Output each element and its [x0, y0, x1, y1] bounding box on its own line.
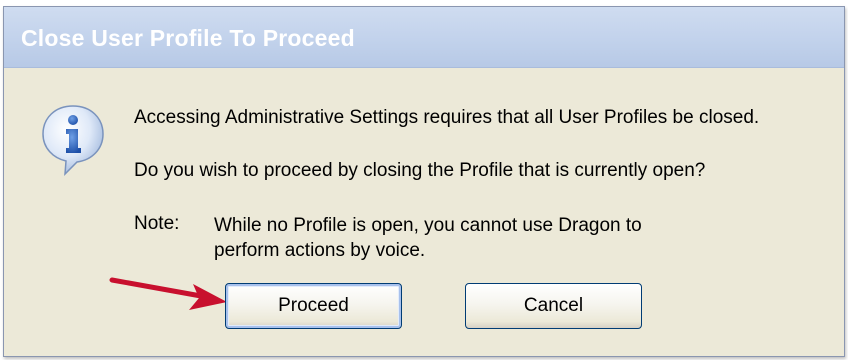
note-line-1: While no Profile is open, you cannot use… — [214, 215, 642, 236]
dialog-title: Close User Profile To Proceed — [21, 25, 355, 51]
note-text: While no Profile is open, you cannot use… — [214, 213, 642, 263]
proceed-button[interactable]: Proceed — [225, 283, 402, 329]
dialog-window: Close User Profile To Proceed Accessing … — [3, 6, 845, 357]
note-label: Note: — [134, 213, 180, 234]
note-line-2: perform actions by voice. — [214, 240, 426, 261]
cancel-button[interactable]: Cancel — [465, 283, 642, 329]
message-line-1: Accessing Administrative Settings requir… — [134, 107, 760, 128]
title-bar[interactable]: Close User Profile To Proceed — [4, 7, 844, 68]
info-icon — [42, 105, 104, 176]
red-arrow-icon — [109, 277, 227, 310]
message-line-2: Do you wish to proceed by closing the Pr… — [134, 160, 706, 181]
